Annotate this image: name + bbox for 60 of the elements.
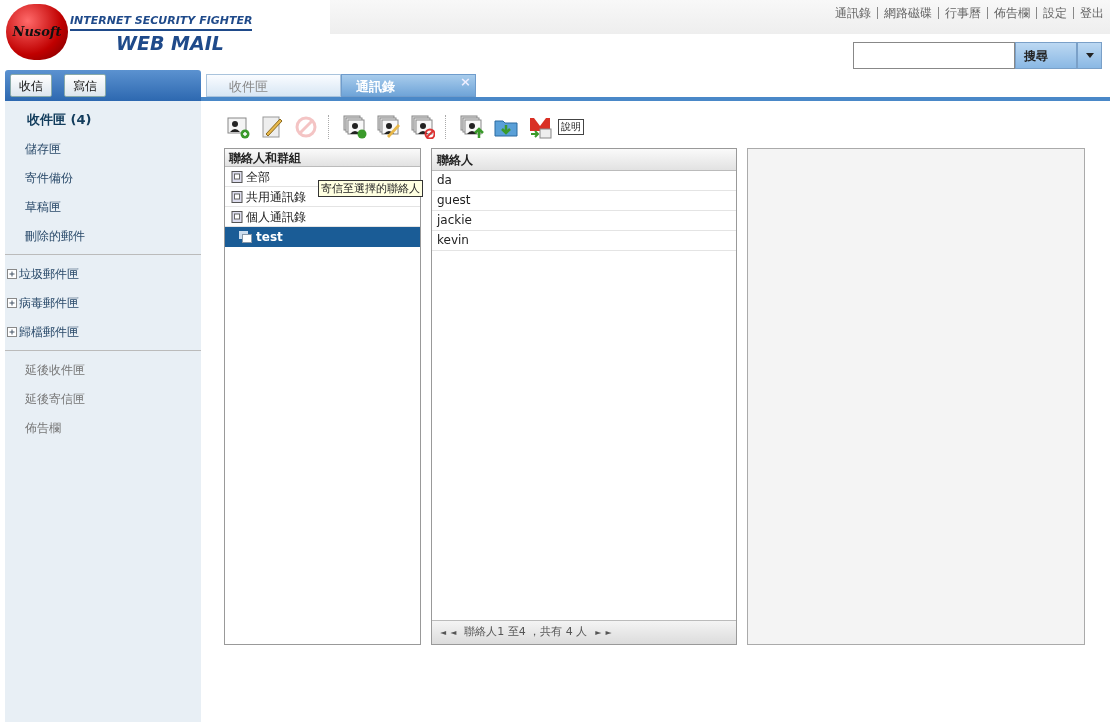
mail-action-button[interactable]: 收信 [10,74,52,97]
last-page-button[interactable]: ► [605,626,612,639]
group-add-icon [343,115,367,139]
search-dropdown-button[interactable] [1077,42,1102,69]
expand-icon[interactable] [7,268,17,279]
help-button[interactable]: 說明 [558,119,584,135]
caret-icon [1085,53,1094,58]
folder-item[interactable]: 草稿匣 [5,192,201,221]
folder-item[interactable]: 儲存匣 [5,134,201,163]
folder-item[interactable]: 刪除的郵件 [5,221,201,250]
expand-icon[interactable] [7,326,17,337]
folder-item[interactable]: 垃圾郵件匣 [5,259,201,288]
expand-icon[interactable] [7,297,17,308]
mail-action-button[interactable]: 寫信 [64,74,106,97]
folder-item[interactable]: 收件匣 (4) [5,105,201,134]
previous-page-button[interactable]: ◄ [450,626,457,639]
folder-item[interactable]: 延後收件匣 [5,355,201,384]
stop-icon [294,115,318,139]
group-edit-icon [377,115,401,139]
address-book-icon [231,170,243,183]
top-link[interactable]: 佈告欄 [994,4,1030,22]
contact-row[interactable]: da [432,171,736,191]
mail-export-icon [528,115,552,139]
top-link[interactable]: 行事曆 [945,4,981,22]
next-page-button[interactable]: ► [595,626,602,639]
contact-row[interactable]: kevin [432,231,736,251]
pencil-icon [260,115,284,139]
toolbar-button[interactable] [343,115,367,139]
column-header: 聯絡人和群組 [225,149,420,167]
group-upload-icon [460,115,484,139]
first-page-button[interactable]: ◄ [440,626,447,639]
top-link[interactable]: 登出 [1080,4,1104,22]
logo-product: WEB MAIL [115,31,225,55]
tree-item[interactable]: test [225,227,420,247]
toolbar-button[interactable] [460,115,484,139]
address-book-icon [231,210,243,223]
contact-add-icon [226,115,250,139]
search-button[interactable]: 搜尋 [1015,42,1077,69]
folder-item[interactable]: 延後寄信匣 [5,384,201,413]
group-icon [239,231,252,243]
toolbar-button[interactable] [226,115,250,139]
top-link[interactable]: 通訊錄 [835,4,871,22]
contact-row[interactable]: jackie [432,211,736,231]
logo-tagline: INTERNET SECURITY FIGHTER [70,14,253,31]
folder-item[interactable]: 病毒郵件匣 [5,288,201,317]
logo-brand: Nusoft [12,23,62,42]
contact-row[interactable]: guest [432,191,736,211]
toolbar-button[interactable] [377,115,401,139]
address-book-icon [231,190,243,203]
folder-item[interactable]: 歸檔郵件匣 [5,317,201,346]
folder-item[interactable]: 佈告欄 [5,413,201,442]
top-link[interactable]: 網路磁碟 [884,4,932,22]
toolbar-button[interactable] [411,115,435,139]
folder-item[interactable]: 寄件備份 [5,163,201,192]
search-field[interactable] [853,42,1015,69]
top-link[interactable]: 設定 [1043,4,1067,22]
tooltip: 寄信至選擇的聯絡人 [318,180,423,197]
pager-info: 聯絡人1 至4 ，共有 4 人 [464,624,588,641]
column-header: 聯絡人 [432,149,736,171]
group-delete-icon [411,115,435,139]
